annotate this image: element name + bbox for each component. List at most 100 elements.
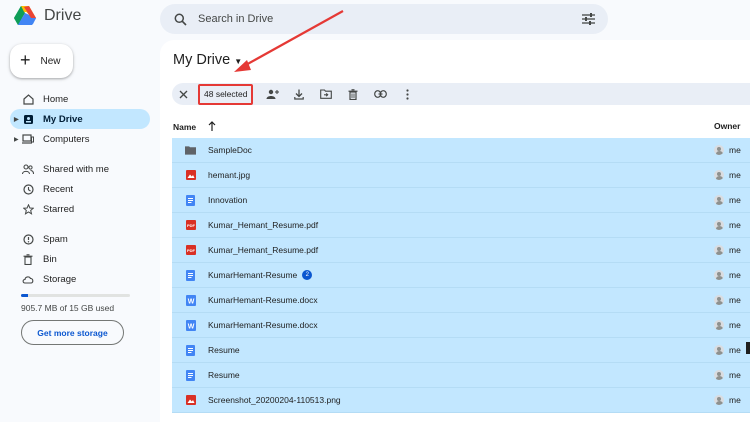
search-icon[interactable]	[172, 11, 188, 27]
clock-icon	[22, 183, 34, 195]
download-icon[interactable]	[288, 83, 310, 105]
scrollbar-thumb[interactable]	[746, 342, 750, 354]
plus-icon: +	[20, 50, 31, 70]
link-icon[interactable]	[369, 83, 391, 105]
column-headers: Name Owner	[173, 119, 750, 133]
app-name: Drive	[44, 7, 82, 24]
file-row[interactable]: SampleDoc me	[172, 138, 750, 163]
file-owner-label: me	[729, 195, 741, 205]
expand-caret-icon[interactable]: ▶	[14, 116, 19, 123]
file-row[interactable]: Resume me	[172, 363, 750, 388]
sort-arrow-up-icon[interactable]	[208, 121, 216, 133]
file-row[interactable]: PDF Kumar_Hemant_Resume.pdf me	[172, 213, 750, 238]
cloud-icon	[22, 273, 34, 285]
google-doc-icon	[185, 269, 196, 281]
folder-icon	[185, 145, 196, 156]
file-owner: me	[714, 295, 741, 305]
svg-text:W: W	[187, 298, 194, 305]
file-owner-label: me	[729, 170, 741, 180]
file-name: Screenshot_20200204-110513.png	[208, 395, 341, 405]
file-owner-label: me	[729, 370, 741, 380]
svg-text:PDF: PDF	[187, 248, 196, 253]
file-row[interactable]: Screenshot_20200204-110513.png me	[172, 388, 750, 413]
storage-progress-fill	[21, 294, 28, 297]
file-row[interactable]: W KumarHemant-Resume.docx me	[172, 313, 750, 338]
image-file-icon	[185, 170, 196, 181]
search-input[interactable]	[198, 13, 580, 25]
sidebar-item-home[interactable]: Home	[10, 89, 150, 109]
avatar	[714, 295, 724, 305]
file-owner: me	[714, 345, 741, 355]
sidebar-item-label: Shared with me	[43, 163, 110, 175]
star-icon	[22, 203, 34, 215]
file-row[interactable]: W KumarHemant-Resume.docx me	[172, 288, 750, 313]
file-row[interactable]: Resume me	[172, 338, 750, 363]
avatar	[714, 195, 724, 205]
search-bar[interactable]	[160, 4, 608, 34]
tune-icon[interactable]	[580, 11, 596, 27]
bin-icon	[22, 253, 34, 265]
sidebar-item-spam[interactable]: Spam	[10, 229, 150, 249]
image-file-icon	[185, 395, 196, 406]
file-name: Resume	[208, 370, 240, 380]
sidebar-item-recent[interactable]: Recent	[10, 179, 150, 199]
file-owner-label: me	[729, 295, 741, 305]
sidebar-item-starred[interactable]: Starred	[10, 199, 150, 219]
file-row[interactable]: Innovation me	[172, 188, 750, 213]
sidebar-item-shared[interactable]: Shared with me	[10, 159, 150, 179]
file-row[interactable]: PDF Kumar_Hemant_Resume.pdf me	[172, 238, 750, 263]
svg-text:W: W	[187, 323, 194, 330]
file-owner-label: me	[729, 245, 741, 255]
file-owner-label: me	[729, 345, 741, 355]
drive-logo-icon	[14, 6, 36, 25]
close-icon[interactable]	[172, 83, 194, 105]
drive-logo[interactable]: Drive	[14, 6, 81, 26]
file-row[interactable]: hemant.jpg me	[172, 163, 750, 188]
spam-icon	[22, 233, 34, 245]
file-name: KumarHemant-Resume.docx	[208, 320, 318, 330]
selected-count: 48 selected	[198, 83, 254, 105]
word-file-icon: W	[185, 319, 196, 331]
file-owner: me	[714, 220, 741, 230]
sidebar-item-computers[interactable]: ▶ Computers	[10, 129, 150, 149]
new-button[interactable]: + New	[10, 44, 73, 78]
file-owner-label: me	[729, 320, 741, 330]
get-more-storage-button[interactable]: Get more storage	[21, 320, 124, 345]
expand-caret-icon[interactable]: ▶	[14, 136, 19, 143]
sidebar-item-label: Recent	[43, 183, 74, 195]
google-doc-icon	[185, 344, 196, 356]
column-name[interactable]: Name	[173, 121, 216, 133]
page-title[interactable]: My Drive ▼	[173, 52, 242, 68]
file-owner-label: me	[729, 220, 741, 230]
sidebar-item-my-drive[interactable]: ▶ My Drive	[10, 109, 150, 129]
my-drive-icon	[22, 113, 34, 125]
file-owner: me	[714, 395, 741, 405]
more-icon[interactable]	[396, 83, 418, 105]
avatar	[714, 320, 724, 330]
share-icon[interactable]	[261, 83, 283, 105]
file-owner: me	[714, 370, 741, 380]
file-name: Kumar_Hemant_Resume.pdf	[208, 245, 319, 255]
move-icon[interactable]	[315, 83, 337, 105]
sidebar-item-label: My Drive	[43, 113, 83, 125]
sidebar-item-label: Computers	[43, 133, 90, 145]
file-name: KumarHemant-Resume.docx	[208, 295, 318, 305]
page-title-text: My Drive	[173, 52, 231, 68]
google-doc-icon	[185, 369, 196, 381]
sidebar-item-label: Storage	[43, 273, 77, 285]
avatar	[714, 395, 724, 405]
avatar	[714, 170, 724, 180]
computers-icon	[22, 133, 34, 145]
home-icon	[22, 93, 34, 105]
column-name-label: Name	[173, 122, 197, 132]
column-owner[interactable]: Owner	[714, 121, 740, 131]
file-name: Kumar_Hemant_Resume.pdf	[208, 220, 319, 230]
file-row[interactable]: KumarHemant-Resume 2 me	[172, 263, 750, 288]
sidebar-item-label: Spam	[43, 233, 68, 245]
file-owner: me	[714, 320, 741, 330]
avatar	[714, 345, 724, 355]
sidebar-item-bin[interactable]: Bin	[10, 249, 150, 269]
sidebar-item-storage[interactable]: Storage	[10, 269, 150, 289]
trash-icon[interactable]	[342, 83, 364, 105]
shared-icon	[22, 163, 34, 175]
